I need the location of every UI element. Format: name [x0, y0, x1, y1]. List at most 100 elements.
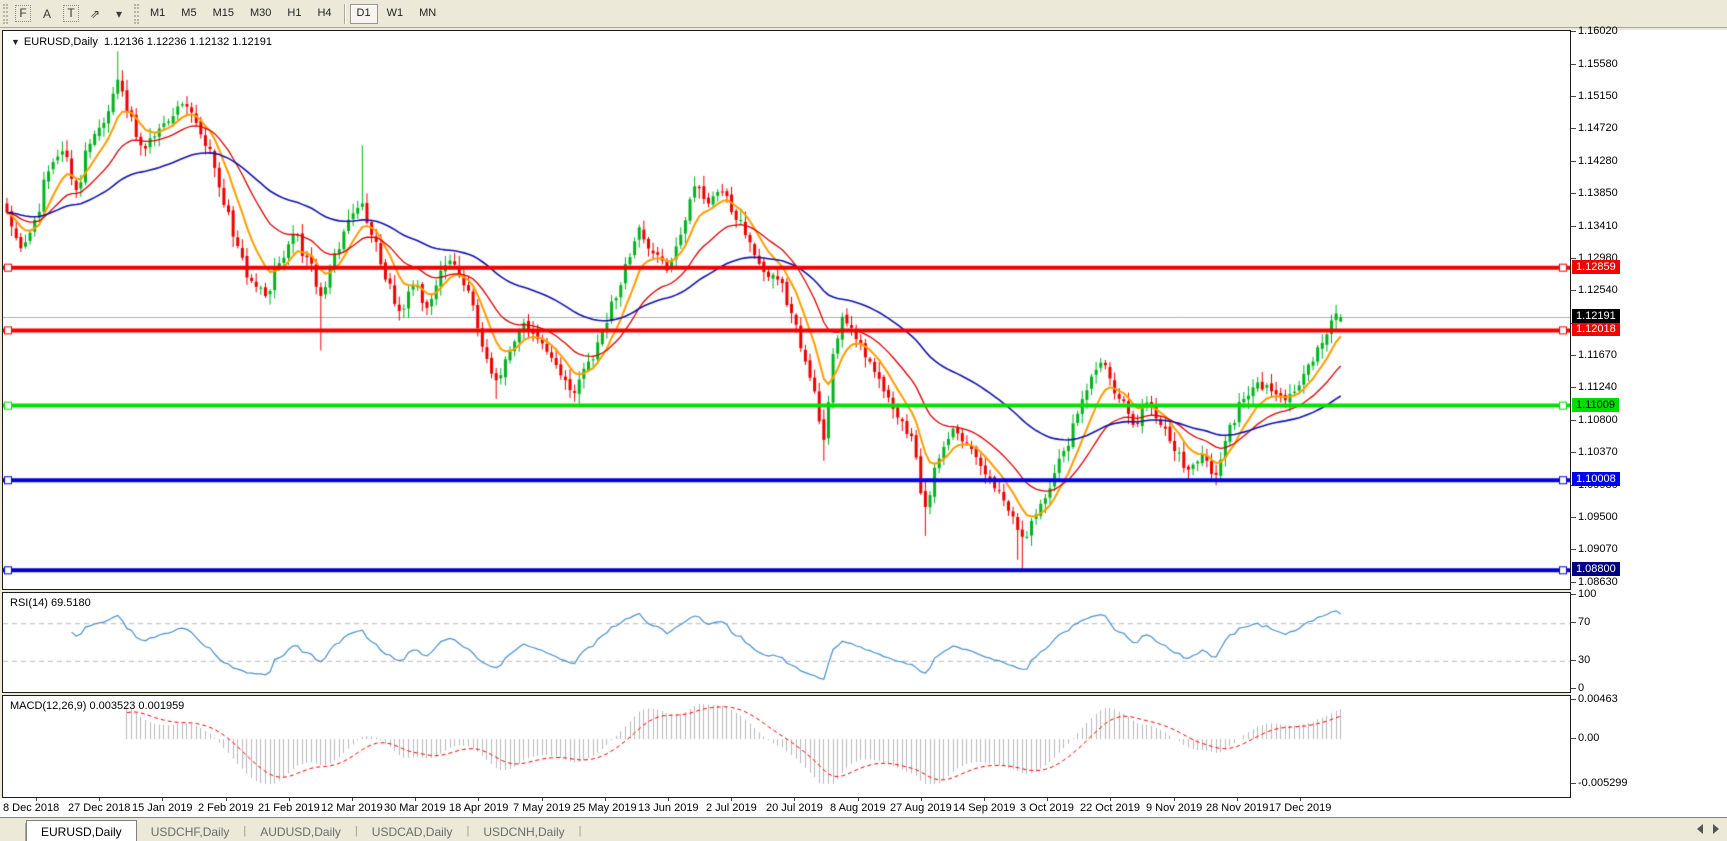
- hline-price-tag: 1.10008: [1572, 472, 1620, 486]
- date-tick-mark: [162, 798, 163, 801]
- toolbar: FAT⇗▾ M1M5M15M30H1H4 D1W1MN: [0, 0, 1727, 28]
- macd-tick-label: -0.005299: [1578, 777, 1658, 789]
- tab-usdcnh[interactable]: USDCNH,Daily: [469, 822, 578, 841]
- ohlc-high: 1.12236: [147, 36, 187, 48]
- tab-scroll-buttons: [1697, 824, 1719, 834]
- tab-eurusd[interactable]: EURUSD,Daily: [26, 820, 137, 841]
- date-tick-mark: [542, 798, 543, 801]
- price-tick-label: 1.16020: [1578, 25, 1658, 37]
- tf-button-D1[interactable]: D1: [350, 4, 378, 24]
- price-tick-mark: [1571, 96, 1576, 97]
- toolbar-grip-2[interactable]: [134, 4, 139, 24]
- price-tick-label: 1.15580: [1578, 58, 1658, 70]
- date-tick-label: 21 Feb 2019: [258, 802, 320, 814]
- price-tick-label: 1.10800: [1578, 414, 1658, 426]
- price-tick-mark: [1571, 128, 1576, 129]
- date-tick-mark: [921, 798, 922, 801]
- tf-button-W1[interactable]: W1: [380, 4, 411, 24]
- date-tick-mark: [668, 798, 669, 801]
- price-tick-mark: [1571, 31, 1576, 32]
- date-tick-label: 20 Jul 2019: [766, 802, 823, 814]
- price-tick-label: 1.15150: [1578, 90, 1658, 102]
- date-tick-label: 25 May 2019: [573, 802, 637, 814]
- price-tick-mark: [1571, 452, 1576, 453]
- price-tick-mark: [1571, 258, 1576, 259]
- tf-button-H4[interactable]: H4: [310, 4, 338, 24]
- date-tick-label: 3 Oct 2019: [1020, 802, 1074, 814]
- candlestick-chart-canvas[interactable]: [3, 31, 1570, 589]
- date-tick-mark: [1047, 798, 1048, 801]
- tab-audusd[interactable]: AUDUSD,Daily: [246, 822, 355, 841]
- tf-button-M15[interactable]: M15: [206, 4, 241, 24]
- date-tick-mark: [1300, 798, 1301, 801]
- price-axis[interactable]: 1.160201.155801.151501.147201.142801.138…: [1571, 30, 1727, 798]
- price-tick-label: 1.10370: [1578, 446, 1658, 458]
- tab-separator: |: [579, 822, 582, 841]
- price-tick-mark: [1571, 355, 1576, 356]
- date-tick-mark: [984, 798, 985, 801]
- tab-scroll-right-icon[interactable]: [1713, 824, 1719, 834]
- chart-title-caret-icon[interactable]: ▼: [11, 37, 20, 47]
- price-tick-label: 1.13850: [1578, 187, 1658, 199]
- macd-tick-label: 0.00: [1578, 732, 1658, 744]
- rsi-indicator-panel[interactable]: RSI(14) 69.5180: [2, 592, 1571, 693]
- price-tick-mark: [1571, 517, 1576, 518]
- tf-button-M30[interactable]: M30: [243, 4, 278, 24]
- tab-scroll-left-icon[interactable]: [1697, 824, 1703, 834]
- date-tick-mark: [99, 798, 100, 801]
- price-tick-label: 1.14280: [1578, 155, 1658, 167]
- date-tick-label: 14 Sep 2019: [953, 802, 1015, 814]
- price-tick-mark: [1571, 387, 1576, 388]
- tab-usdcad[interactable]: USDCAD,Daily: [358, 822, 467, 841]
- date-tick-label: 7 May 2019: [513, 802, 570, 814]
- price-tick-mark: [1571, 582, 1576, 583]
- toolbar-grip[interactable]: [3, 4, 8, 24]
- rsi-tick-label: 70: [1578, 616, 1658, 628]
- text-label-tool-icon[interactable]: T: [60, 4, 82, 24]
- price-tick-label: 1.09070: [1578, 543, 1658, 555]
- price-tick-mark: [1571, 594, 1576, 595]
- hline-price-tag: 1.12859: [1572, 260, 1620, 274]
- price-tick-mark: [1571, 688, 1576, 689]
- date-tick-label: 8 Aug 2019: [830, 802, 886, 814]
- text-tool-icon[interactable]: A: [36, 4, 58, 24]
- timeframes-toolbar: M1M5M15M30H1H4 D1W1MN: [142, 4, 444, 24]
- arrows-dropdown-caret[interactable]: ▾: [108, 4, 130, 24]
- tf-button-M1[interactable]: M1: [143, 4, 172, 24]
- tab-usdchf[interactable]: USDCHF,Daily: [137, 822, 244, 841]
- rsi-tick-label: 100: [1578, 588, 1658, 600]
- date-tick-label: 13 Jun 2019: [638, 802, 699, 814]
- tf-button-M5[interactable]: M5: [174, 4, 203, 24]
- fibonacci-tool-icon[interactable]: F: [12, 4, 34, 24]
- date-tick-label: 2 Feb 2019: [198, 802, 254, 814]
- rsi-tick-label: 30: [1578, 654, 1658, 666]
- ohlc-open: 1.12136: [104, 36, 144, 48]
- date-tick-label: 12 Mar 2019: [321, 802, 383, 814]
- date-tick-label: 22 Oct 2019: [1080, 802, 1140, 814]
- arrows-tool-icon[interactable]: ⇗: [84, 4, 106, 24]
- date-tick-mark: [1174, 798, 1175, 801]
- price-tick-mark: [1571, 783, 1576, 784]
- price-tick-label: 1.11670: [1578, 349, 1658, 361]
- tf-button-MN[interactable]: MN: [412, 4, 443, 24]
- date-tick-label: 28 Nov 2019: [1206, 802, 1268, 814]
- tf-button-H1[interactable]: H1: [280, 4, 308, 24]
- macd-tick-label: 0.00463: [1578, 693, 1658, 705]
- price-tick-label: 1.12540: [1578, 284, 1658, 296]
- date-tick-mark: [226, 798, 227, 801]
- rsi-canvas[interactable]: [3, 593, 1570, 692]
- price-tick-mark: [1571, 161, 1576, 162]
- macd-canvas[interactable]: [3, 696, 1570, 797]
- ohlc-close: 1.12191: [232, 36, 272, 48]
- price-tick-mark: [1571, 660, 1576, 661]
- main-chart-panel[interactable]: ▼EURUSD,Daily 1.121361.122361.121321.121…: [2, 30, 1571, 590]
- current-price-tag: 1.12191: [1572, 309, 1620, 323]
- date-tick-label: 27 Aug 2019: [890, 802, 952, 814]
- date-tick-mark: [731, 798, 732, 801]
- date-tick-label: 2 Jul 2019: [706, 802, 757, 814]
- macd-indicator-panel[interactable]: MACD(12,26,9) 0.003523 0.001959: [2, 695, 1571, 798]
- date-tick-label: 9 Nov 2019: [1146, 802, 1202, 814]
- date-tick-mark: [36, 798, 37, 801]
- date-tick-mark: [415, 798, 416, 801]
- date-axis[interactable]: 8 Dec 201827 Dec 201815 Jan 20192 Feb 20…: [0, 798, 1727, 817]
